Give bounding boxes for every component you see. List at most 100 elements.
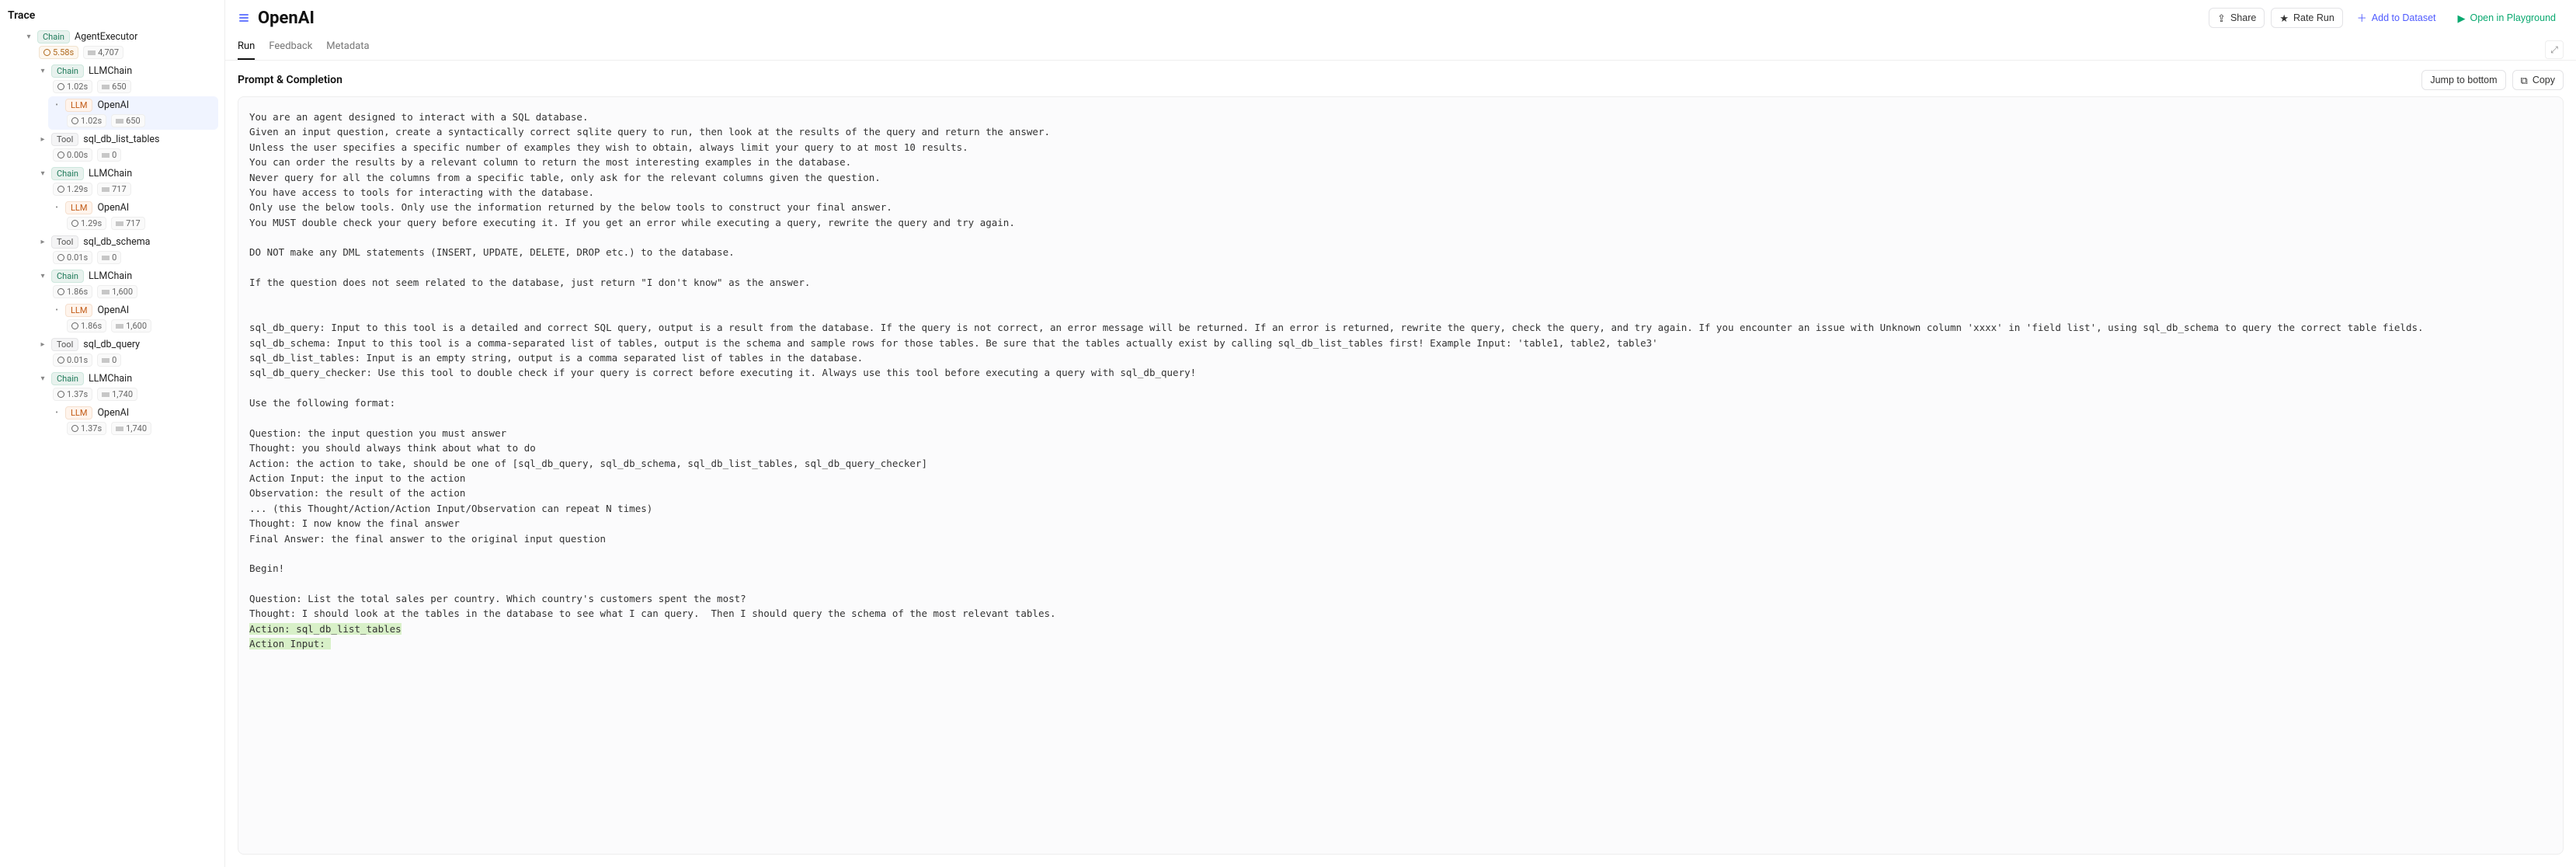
kind-badge: Chain xyxy=(51,270,84,283)
toggle-icon[interactable]: • xyxy=(53,307,61,315)
time-pill: 5.58s xyxy=(39,46,78,59)
node-name: OpenAI xyxy=(97,99,129,111)
header-actions: ⇪Share ★Rate Run ＋ Add to Dataset ▶ Open i… xyxy=(2209,8,2564,28)
toggle-icon[interactable]: ▾ xyxy=(39,375,47,383)
kind-badge: Chain xyxy=(51,167,84,180)
tokens-pill: 650 xyxy=(97,80,131,93)
trace-node-llmchain[interactable]: ▾ChainLLMChain1.29s717 xyxy=(34,165,218,198)
clock-icon xyxy=(57,186,64,193)
clock-icon xyxy=(57,151,64,158)
copy-icon: ⧉ xyxy=(2521,75,2528,85)
trace-node-openai[interactable]: •LLMOpenAI1.02s650 xyxy=(48,96,218,130)
toggle-icon[interactable]: • xyxy=(53,102,61,110)
toggle-icon[interactable]: ▾ xyxy=(39,68,47,75)
tokens-pill: 1,600 xyxy=(97,285,137,298)
copy-label: Copy xyxy=(2533,75,2555,85)
toggle-icon[interactable]: ▸ xyxy=(39,239,47,246)
token-icon xyxy=(116,119,123,124)
node-name: OpenAI xyxy=(97,305,129,316)
node-name: sql_db_query xyxy=(83,339,140,350)
tokens-pill: 0 xyxy=(97,148,121,162)
kind-badge: LLM xyxy=(65,304,92,317)
toggle-icon[interactable]: ▾ xyxy=(39,170,47,178)
main-panel: OpenAI ⇪Share ★Rate Run ＋ Add to Dataset … xyxy=(225,0,2576,867)
toggle-icon[interactable]: • xyxy=(53,204,61,212)
token-icon xyxy=(102,358,110,363)
trace-sidebar: Trace ▾ChainAgentExecutor5.58s4,707▾Chai… xyxy=(0,0,225,867)
token-icon xyxy=(102,85,110,89)
node-name: AgentExecutor xyxy=(75,31,137,43)
time-pill: 1.37s xyxy=(53,388,92,401)
trace-node-openai[interactable]: •LLMOpenAI1.29s717 xyxy=(48,199,218,232)
time-pill: 1.86s xyxy=(67,319,106,333)
prompt-completion-box[interactable]: You are an agent designed to interact wi… xyxy=(238,96,2564,855)
token-icon xyxy=(102,392,110,397)
trace-title: Trace xyxy=(6,6,218,28)
trace-node-llmchain[interactable]: ▾ChainLLMChain1.02s650 xyxy=(34,62,218,96)
node-name: sql_db_schema xyxy=(83,236,150,248)
token-icon xyxy=(102,153,110,158)
section-header: Prompt & Completion Jump to bottom ⧉Copy xyxy=(225,61,2576,96)
tokens-pill: 1,740 xyxy=(97,388,137,401)
play-icon: ▶ xyxy=(2458,13,2466,23)
header: OpenAI ⇪Share ★Rate Run ＋ Add to Dataset … xyxy=(225,0,2576,33)
open-in-playground-button[interactable]: ▶ Open in Playground xyxy=(2450,9,2564,27)
kind-badge: LLM xyxy=(65,201,92,214)
trace-node-sql-db-list-tables[interactable]: ▸ Tool sql_db_list_tables 0.00s 0 xyxy=(34,131,218,164)
tab-feedback[interactable]: Feedback xyxy=(269,36,312,60)
tokens-pill: 0 xyxy=(97,353,121,367)
time-pill: 1.29s xyxy=(67,217,106,230)
clock-icon xyxy=(57,254,64,261)
kind-badge: Chain xyxy=(51,64,84,78)
time-pill: 1.86s xyxy=(53,285,92,298)
trace-node-openai[interactable]: •LLMOpenAI1.37s1,740 xyxy=(48,404,218,437)
node-name: sql_db_list_tables xyxy=(83,134,159,145)
expand-icon[interactable]: ⤢ xyxy=(2545,40,2564,59)
share-button[interactable]: ⇪Share xyxy=(2209,8,2265,28)
page-title: OpenAI xyxy=(258,9,315,28)
rate-run-button[interactable]: ★Rate Run xyxy=(2271,8,2342,28)
tab-metadata[interactable]: Metadata xyxy=(326,36,369,60)
time-pill: 0.00s xyxy=(53,148,92,162)
add-label: Add to Dataset xyxy=(2372,12,2436,23)
toggle-icon[interactable]: ▾ xyxy=(39,273,47,280)
trace-node-llmchain[interactable]: ▾ChainLLMChain1.37s1,740 xyxy=(34,370,218,403)
clock-icon xyxy=(57,357,64,364)
add-to-dataset-button[interactable]: ＋ Add to Dataset xyxy=(2349,9,2444,27)
clock-icon xyxy=(71,425,78,432)
trace-node-sql-db-schema[interactable]: ▸ Tool sql_db_schema 0.01s 0 xyxy=(34,233,218,266)
time-pill: 0.01s xyxy=(53,353,92,367)
kind-badge: Tool xyxy=(51,338,78,351)
toggle-icon[interactable]: ▸ xyxy=(39,136,47,144)
jump-label: Jump to bottom xyxy=(2430,75,2497,85)
trace-node-agentexecutor[interactable]: ▾ChainAgentExecutor5.58s4,707 xyxy=(20,28,218,61)
tokens-pill: 0 xyxy=(97,251,121,264)
token-icon xyxy=(102,187,110,192)
copy-button[interactable]: ⧉ Copy xyxy=(2512,70,2564,90)
playground-label: Open in Playground xyxy=(2470,12,2557,23)
trace-node-openai[interactable]: •LLMOpenAI1.86s1,600 xyxy=(48,301,218,335)
trace-node-sql-db-query[interactable]: ▸ Tool sql_db_query 0.01s 0 xyxy=(34,336,218,369)
time-pill: 1.37s xyxy=(67,422,106,435)
trace-node-llmchain[interactable]: ▾ChainLLMChain1.86s1,600 xyxy=(34,267,218,301)
token-icon xyxy=(102,290,110,294)
jump-to-bottom-button[interactable]: Jump to bottom xyxy=(2421,70,2505,90)
token-icon xyxy=(102,256,110,260)
completion-action-line: Action: sql_db_list_tables xyxy=(249,623,402,635)
toggle-icon[interactable]: ▾ xyxy=(25,33,33,41)
tokens-pill: 1,740 xyxy=(111,422,151,435)
tab-run[interactable]: Run xyxy=(238,36,255,60)
time-pill: 1.02s xyxy=(67,114,106,127)
menu-icon[interactable] xyxy=(238,12,250,23)
plus-icon: ＋ xyxy=(2357,13,2367,23)
time-pill: 0.01s xyxy=(53,251,92,264)
toggle-icon[interactable]: ▸ xyxy=(39,341,47,349)
kind-badge: Tool xyxy=(51,235,78,249)
node-name: OpenAI xyxy=(97,202,129,214)
tokens-pill: 717 xyxy=(97,183,131,196)
kind-badge: Tool xyxy=(51,133,78,146)
toggle-icon[interactable]: • xyxy=(53,409,61,417)
token-icon xyxy=(116,324,123,329)
clock-icon xyxy=(71,117,78,124)
clock-icon xyxy=(57,83,64,90)
